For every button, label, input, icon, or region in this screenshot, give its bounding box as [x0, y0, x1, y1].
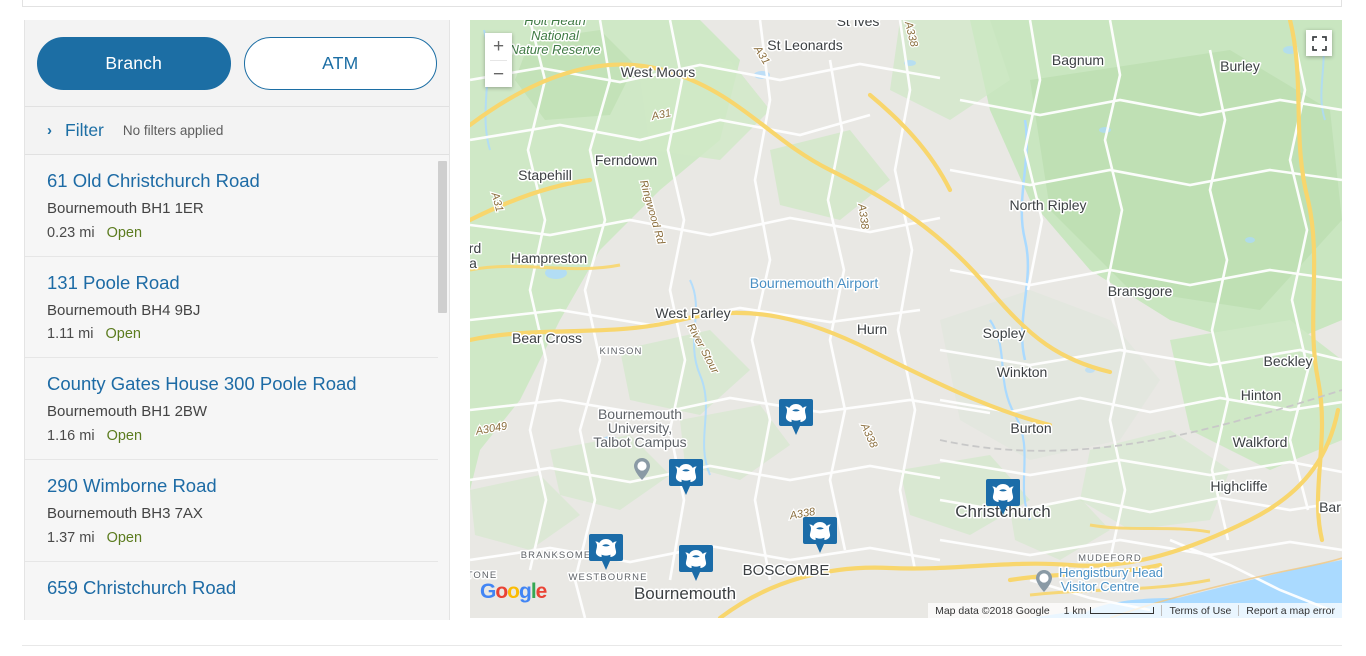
branch-address: Bournemouth BH3 7AX — [47, 505, 203, 522]
location-type-toggle-group: Branch ATM — [25, 20, 449, 106]
branch-address: Bournemouth BH1 1ER — [47, 200, 204, 218]
logo-letter-g2: g — [519, 580, 532, 603]
filter-bar[interactable]: › Filter No filters applied — [25, 106, 449, 155]
branch-marker-icon — [679, 545, 713, 581]
branch-meta: 1.11 mi Open — [47, 326, 438, 342]
scale-label: 1 km — [1063, 604, 1087, 617]
branch-name[interactable]: 290 Wimborne Road — [47, 474, 438, 497]
branch-open-status: Open — [106, 427, 143, 444]
report-map-error-link[interactable]: Report a map error — [1239, 605, 1342, 617]
fullscreen-button[interactable] — [1306, 30, 1332, 56]
page-top-partial-strip — [22, 0, 1342, 7]
branch-list-scroll-content: 61 Old Christchurch Road Bournemouth BH1… — [25, 155, 438, 620]
map-attribution-bar: Map data ©2018 Google 1 km Terms of Use … — [928, 603, 1342, 618]
branch-marker-icon — [779, 399, 813, 435]
branch-name[interactable]: County Gates House 300 Poole Road — [47, 372, 438, 395]
logo-letter-o2: o — [507, 580, 520, 603]
branch-pin-6[interactable] — [679, 543, 713, 583]
branch-distance: 1.16 mi — [47, 427, 95, 444]
poi-marker-university[interactable] — [634, 458, 650, 480]
atm-toggle-button[interactable]: ATM — [243, 37, 437, 90]
atm-toggle-label: ATM — [322, 53, 359, 73]
terms-of-use-link[interactable]: Terms of Use — [1162, 605, 1238, 617]
map-canvas — [470, 20, 1342, 618]
branch-list-scrollbar-thumb[interactable] — [438, 161, 447, 313]
branch-meta: 0.23 mi Open — [47, 225, 438, 241]
branch-list-item[interactable]: 290 Wimborne Road Bournemouth BH3 7AX 1.… — [25, 459, 438, 562]
branch-pin-5[interactable] — [589, 532, 623, 572]
branch-open-status: Open — [106, 529, 143, 546]
branch-locator-page: Branch ATM › Filter No filters applied 6… — [0, 0, 1366, 656]
branch-list-item[interactable]: 61 Old Christchurch Road Bournemouth BH1… — [25, 155, 438, 257]
branch-list-item[interactable]: County Gates House 300 Poole Road Bourne… — [25, 358, 438, 460]
branch-address: Bournemouth BH4 9BJ — [47, 301, 201, 319]
branch-pin-3[interactable] — [986, 477, 1020, 517]
google-map[interactable]: Holt Heath National Nature Reserve St Ives S… — [470, 20, 1342, 618]
branch-pin-2[interactable] — [669, 457, 703, 497]
branch-marker-icon — [986, 479, 1020, 515]
map-scale-bar: 1 km — [1057, 605, 1162, 617]
logo-letter-g1: G — [480, 580, 496, 603]
logo-letter-o1: o — [495, 580, 508, 603]
poi-marker-icon — [1036, 570, 1052, 592]
google-logo: Google — [480, 580, 548, 604]
branch-marker-icon — [589, 534, 623, 570]
zoom-in-button[interactable]: + — [485, 33, 512, 60]
chevron-right-icon: › — [47, 122, 52, 139]
branch-results-list: 61 Old Christchurch Road Bournemouth BH1… — [25, 155, 449, 620]
branch-marker-icon — [803, 517, 837, 553]
branch-marker-icon — [669, 459, 703, 495]
zoom-controls[interactable]: + − — [485, 33, 512, 87]
filter-status-text: No filters applied — [122, 123, 224, 138]
map-data-copyright: Map data ©2018 Google — [935, 604, 1050, 617]
branch-toggle-label: Branch — [105, 53, 163, 73]
branch-list-panel: Branch ATM › Filter No filters applied 6… — [24, 20, 450, 620]
branch-list-item[interactable]: 131 Poole Road Bournemouth BH4 9BJ 1.11 … — [25, 256, 438, 359]
branch-distance: 1.11 mi — [47, 326, 94, 343]
fullscreen-icon — [1311, 35, 1327, 51]
branch-pin-4[interactable] — [803, 515, 837, 555]
zoom-out-button[interactable]: − — [485, 61, 512, 88]
poi-marker-hengistbury[interactable] — [1036, 570, 1052, 592]
branch-address: Bournemouth BH1 2BW — [47, 403, 208, 421]
branch-distance: 1.37 mi — [47, 529, 95, 546]
branch-meta: 1.16 mi Open — [47, 428, 438, 444]
branch-open-status: Open — [105, 326, 141, 343]
branch-pin-1[interactable] — [779, 397, 813, 437]
filter-label[interactable]: Filter — [65, 120, 104, 141]
logo-letter-e: e — [535, 580, 548, 603]
poi-marker-icon — [634, 458, 650, 480]
branch-distance: 0.23 mi — [47, 224, 95, 241]
branch-name[interactable]: 61 Old Christchurch Road — [47, 169, 438, 192]
branch-list-item[interactable]: 659 Christchurch Road — [25, 561, 438, 620]
branch-meta: 1.37 mi Open — [47, 530, 438, 546]
page-bottom-rule — [22, 645, 1342, 646]
branch-toggle-button[interactable]: Branch — [37, 37, 231, 90]
branch-open-status: Open — [106, 224, 143, 241]
scale-line — [1090, 607, 1155, 614]
branch-name[interactable]: 131 Poole Road — [47, 271, 438, 294]
branch-name[interactable]: 659 Christchurch Road — [47, 576, 438, 599]
